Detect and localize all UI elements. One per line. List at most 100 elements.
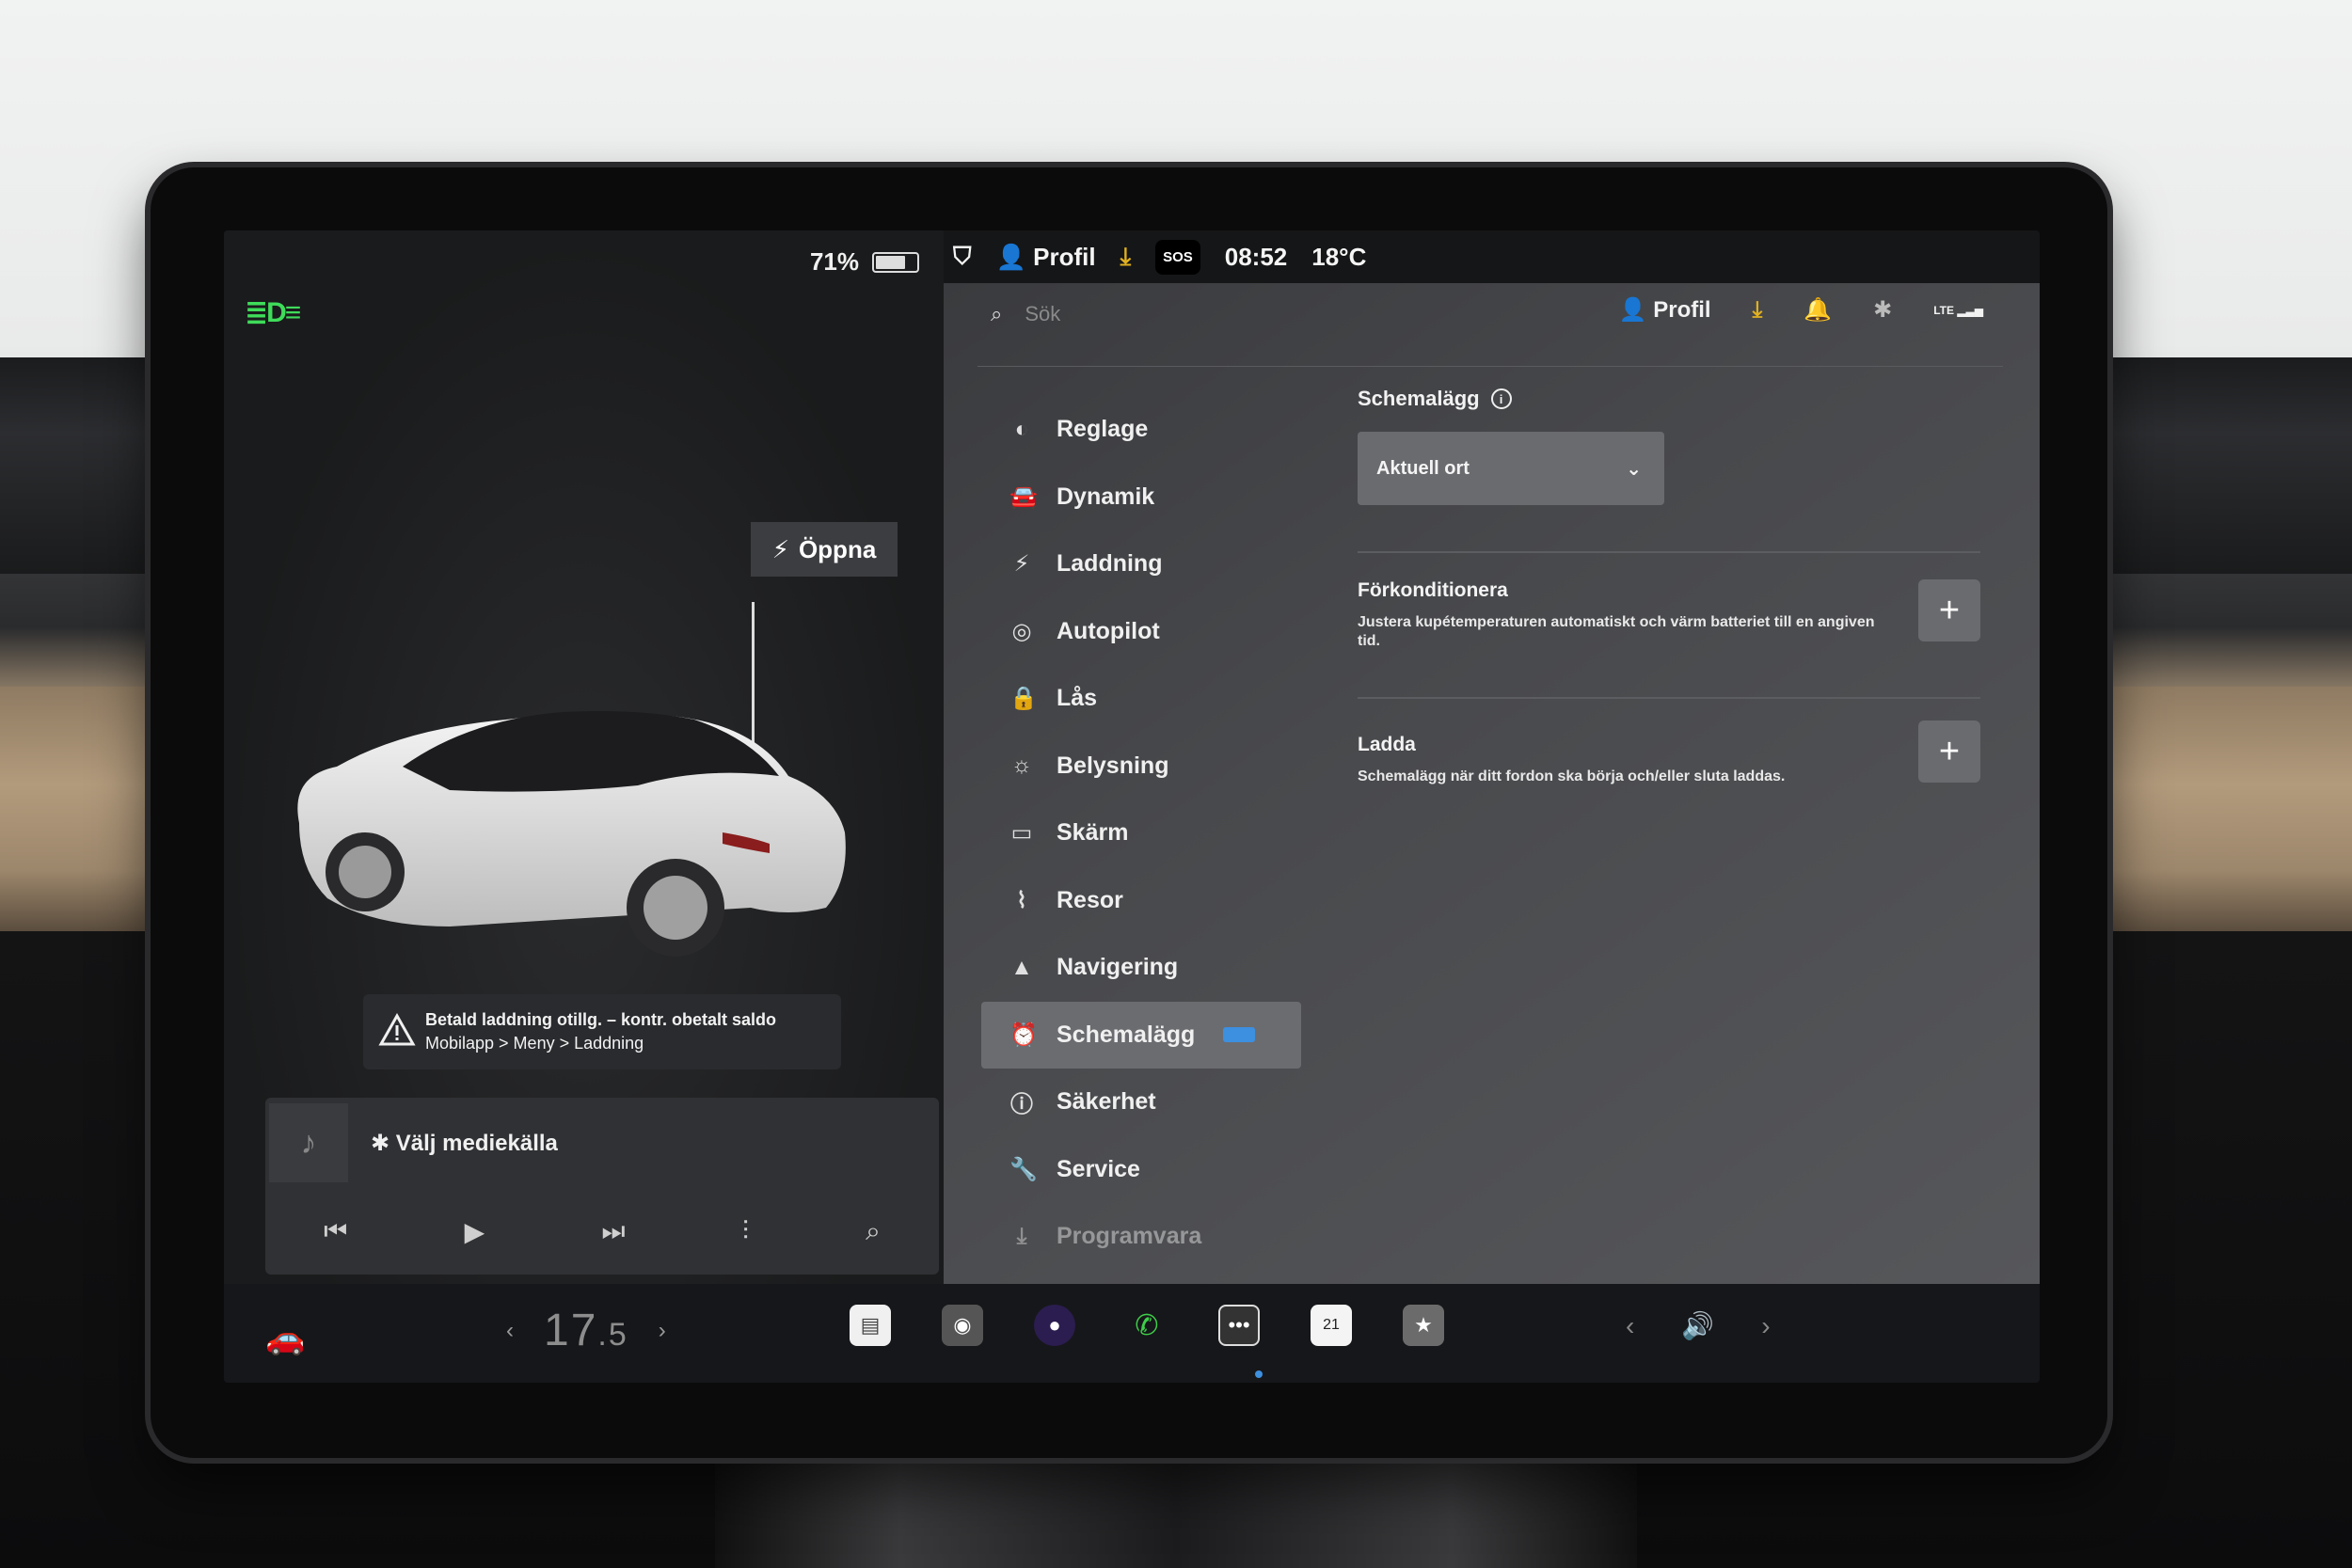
dashcam-icon[interactable]: ◉ xyxy=(942,1305,983,1346)
menu-label: Lås xyxy=(1057,685,1098,712)
next-track-icon[interactable]: ⏭ xyxy=(601,1216,625,1247)
charging-warning-banner[interactable]: Betald laddning otillg. – kontr. obetalt… xyxy=(363,994,841,1069)
battery-icon xyxy=(872,251,919,273)
lock-icon: 🔒 xyxy=(1009,686,1038,712)
info-icon[interactable]: i xyxy=(1490,388,1512,409)
charge-section: Ladda Schemalägg när ditt fordon ska bör… xyxy=(1358,721,1980,786)
equalizer-icon[interactable]: ⫶ xyxy=(742,1216,749,1247)
profile-button[interactable]: 👤 Profil xyxy=(1619,296,1711,324)
menu-label: Belysning xyxy=(1057,752,1169,779)
car-controls-icon[interactable]: 🚗 xyxy=(265,1320,305,1357)
trips-icon: ⌇ xyxy=(1016,887,1027,913)
menu-label: Autopilot xyxy=(1057,617,1160,644)
play-icon[interactable]: ▶ xyxy=(465,1216,485,1247)
menu-label: Säkerhet xyxy=(1057,1088,1156,1116)
touchscreen: 71% ≣D≡ ⚡ Öppna Betald laddning otillg. xyxy=(224,230,2040,1383)
menu-label: Reglage xyxy=(1057,416,1149,443)
chevron-right-icon[interactable]: › xyxy=(1761,1311,1770,1341)
more-apps-icon[interactable]: ••• xyxy=(1218,1305,1260,1346)
search-icon[interactable]: ⌕ xyxy=(866,1216,881,1247)
menu-item-reglage[interactable]: ◐ Reglage xyxy=(981,396,1301,464)
menu-label: Service xyxy=(1057,1155,1140,1182)
media-player: ♪ ✱ Välj mediekälla ⏮ ▶ ⏭ ⫶ ⌕ xyxy=(265,1098,939,1275)
speaker-icon[interactable]: 🔊 xyxy=(1681,1310,1714,1341)
previous-track-icon[interactable]: ⏮ xyxy=(324,1216,347,1247)
active-indicator xyxy=(1255,1370,1263,1378)
warning-icon xyxy=(378,1013,416,1046)
bolt-icon: ⚡ xyxy=(771,534,789,563)
header-icons: 👤 Profil ⤓ 🔔 ✱ LTE ▂▃▅ xyxy=(1619,296,1983,324)
sos-button[interactable]: SOS xyxy=(1155,239,1200,275)
menu-item-sakerhet[interactable]: ⓘ Säkerhet xyxy=(981,1069,1301,1136)
search-input[interactable]: Sök xyxy=(1025,302,1060,326)
open-label: Öppna xyxy=(798,534,877,563)
toggle-icon: ◐ xyxy=(1014,416,1029,442)
profile-status[interactable]: 👤 Profil xyxy=(996,243,1096,272)
charge-title: Ladda xyxy=(1358,734,1416,755)
menu-item-schemalagg[interactable]: ⏰ Schemalägg xyxy=(981,1001,1301,1069)
precondition-section: Förkonditionera Justera kupétemperaturen… xyxy=(1358,579,1980,651)
add-precondition-button[interactable]: + xyxy=(1918,579,1980,641)
settings-search[interactable]: ⌕ Sök xyxy=(991,302,1060,326)
person-icon: 👤 xyxy=(1618,297,1654,323)
menu-item-skarm[interactable]: ▭ Skärm xyxy=(981,800,1301,867)
bluetooth-icon[interactable]: ✱ xyxy=(1873,296,1892,324)
notes-icon[interactable]: ▤ xyxy=(850,1305,891,1346)
media-source-selector[interactable]: ✱ Välj mediekälla xyxy=(371,1130,558,1157)
precondition-description: Justera kupétemperaturen automatiskt och… xyxy=(1358,614,1875,649)
navigation-icon: ▲ xyxy=(1010,954,1033,980)
alarm-clock-icon: ⏰ xyxy=(1009,1022,1038,1048)
menu-label: Navigering xyxy=(1057,954,1179,981)
menu-item-dynamik[interactable]: 🚘 Dynamik xyxy=(981,464,1301,531)
menu-item-autopilot[interactable]: ◎ Autopilot xyxy=(981,598,1301,666)
climate-control: ‹ 17.5 › xyxy=(506,1305,666,1356)
lte-label: LTE xyxy=(1933,303,1954,317)
section-divider xyxy=(1358,551,1980,553)
menu-item-programvara[interactable]: ⤓ Programvara xyxy=(981,1203,1301,1271)
profile-label: Profil xyxy=(1033,242,1096,271)
precondition-title: Förkonditionera xyxy=(1358,579,1508,601)
toybox-icon[interactable]: ★ xyxy=(1403,1305,1444,1346)
open-charge-port-button[interactable]: ⚡ Öppna xyxy=(751,522,898,577)
menu-item-service[interactable]: 🔧 Service xyxy=(981,1136,1301,1204)
menu-label: Schemalägg xyxy=(1057,1021,1196,1048)
chevron-right-icon[interactable]: › xyxy=(659,1318,666,1344)
car-model-image[interactable] xyxy=(262,626,901,983)
menu-item-laddning[interactable]: ⚡ Laddning xyxy=(981,531,1301,598)
camera-icon[interactable]: ● xyxy=(1034,1305,1075,1346)
bell-icon[interactable]: 🔔 xyxy=(1804,296,1832,324)
menu-item-las[interactable]: 🔒 Lås xyxy=(981,665,1301,733)
wrench-icon: 🔧 xyxy=(1009,1156,1038,1182)
menu-item-navigering[interactable]: ▲ Navigering xyxy=(981,934,1301,1002)
sun-icon: ☼ xyxy=(1011,752,1032,779)
settings-menu: ◐ Reglage 🚘 Dynamik ⚡ Laddning ◎ Autopilot 🔒… xyxy=(981,396,1301,1271)
bluetooth-icon: ✱ xyxy=(371,1131,396,1156)
download-icon[interactable]: ⤓ xyxy=(1120,242,1132,272)
media-source-label: Välj mediekälla xyxy=(395,1131,558,1156)
download-icon[interactable]: ⤓ xyxy=(1753,297,1763,324)
media-controls: ⏮ ▶ ⏭ ⫶ ⌕ xyxy=(265,1203,939,1259)
headlight-indicator-icon: ≣D≡ xyxy=(245,297,301,328)
person-icon: 👤 xyxy=(995,242,1034,271)
display-icon: ▭ xyxy=(1010,820,1033,847)
location-value: Aktuell ort xyxy=(1376,457,1470,479)
vehicle-panel: 71% ≣D≡ ⚡ Öppna Betald laddning otillg. xyxy=(224,230,944,1284)
bottom-dock: 🚗 ‹ 17.5 › ▤ ◉ ● ✆ ••• 21 ★ ‹ 🔊 › xyxy=(224,1284,2040,1383)
chevron-left-icon[interactable]: ‹ xyxy=(1626,1311,1634,1341)
outside-temperature: 18°C xyxy=(1311,242,1367,271)
location-dropdown[interactable]: Aktuell ort ⌄ xyxy=(1358,432,1664,505)
menu-label: Programvara xyxy=(1057,1223,1202,1250)
cabin-temperature[interactable]: 17.5 xyxy=(544,1305,628,1356)
menu-item-resor[interactable]: ⌇ Resor xyxy=(981,867,1301,935)
phone-icon[interactable]: ✆ xyxy=(1126,1305,1168,1346)
add-charge-schedule-button[interactable]: + xyxy=(1918,721,1980,783)
music-note-icon: ♪ xyxy=(269,1103,348,1182)
profile-header-label: Profil xyxy=(1653,297,1711,323)
lte-signal-icon: LTE ▂▃▅ xyxy=(1933,303,1983,317)
chevron-left-icon[interactable]: ‹ xyxy=(506,1318,514,1344)
calendar-icon[interactable]: 21 xyxy=(1311,1305,1352,1346)
menu-item-belysning[interactable]: ☼ Belysning xyxy=(981,733,1301,800)
lock-status-icon[interactable]: ⛉ xyxy=(953,242,972,272)
volume-control: ‹ 🔊 › xyxy=(1626,1310,1771,1341)
status-bar: ⛉ 👤 Profil ⤓ SOS 08:52 18°C xyxy=(944,230,2040,283)
